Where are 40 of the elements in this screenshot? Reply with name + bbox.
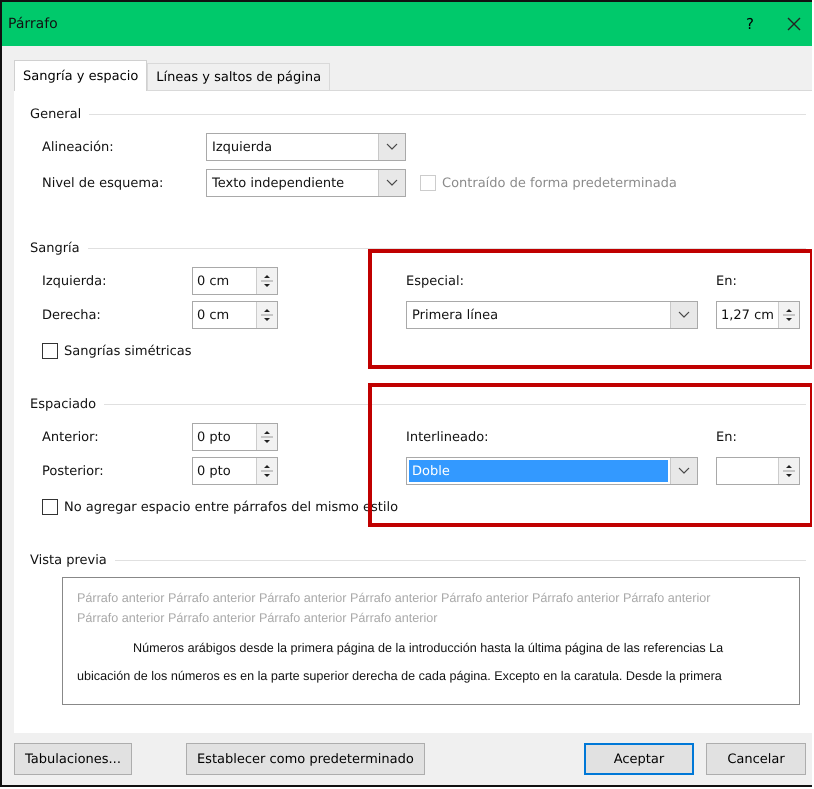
field-label: Izquierda: [42, 274, 108, 288]
window-title: Párrafo [8, 16, 58, 32]
preview-sample-line: Números arábigos desde la primera página de la introducción hasta la última página de las referencias La [132, 640, 724, 656]
field-label: Interlineado: [406, 430, 490, 444]
dropdown[interactable]: Texto independiente [206, 169, 406, 197]
field-label: Anterior: [42, 430, 100, 444]
chevron-icon [378, 170, 405, 196]
dialog-button[interactable]: Tabulaciones... [14, 743, 132, 775]
section-heading: Sangría [30, 240, 80, 256]
preview-text: Párrafo anterior Párrafo anterior Párrafo anterior Párrafo anterior Párrafo anterior Párrafo anterior Párrafo anterior Párrafo anterior Párrafo anterior Párrafo anterior Párrafo anterior [77, 590, 712, 627]
tab[interactable]: Líneas y saltos de página [147, 63, 330, 90]
preview-sample-line: ubicación de los números es en la parte superior derecha de cada página. Excepto en la caratula. Desde la primera [77, 668, 723, 684]
dialog-button[interactable]: Establecer como predeterminado [186, 743, 425, 775]
close-icon [786, 16, 802, 32]
field-label: Derecha: [42, 308, 102, 322]
chevron-icon [378, 134, 405, 160]
spinner-field[interactable]: 1,27 cm [716, 301, 800, 329]
section-heading: Espaciado [30, 396, 96, 412]
field-label: Alineación: [42, 140, 115, 154]
dialog-button[interactable]: Cancelar [706, 743, 806, 775]
chevron-icon [670, 458, 697, 484]
field-label: Especial: [406, 274, 465, 288]
chevron-icon [670, 302, 697, 328]
field-label: Posterior: [42, 464, 105, 478]
field-label: En: [716, 430, 738, 444]
section-heading: General [30, 106, 82, 122]
spinner-field[interactable]: 0 pto [192, 423, 278, 451]
dropdown[interactable]: Primera línea [406, 301, 698, 329]
tab[interactable]: Sangría y espacio [14, 60, 148, 91]
help-button[interactable]: ? [738, 15, 762, 33]
spinner-field[interactable]: 0 cm [192, 267, 278, 295]
dialog-button[interactable]: Aceptar [584, 743, 694, 775]
dropdown[interactable]: Izquierda [206, 133, 406, 161]
spinner-field[interactable] [716, 457, 800, 485]
section-heading: Vista previa [30, 552, 107, 568]
spinner-field[interactable]: 0 pto [192, 457, 278, 485]
checkbox[interactable]: Sangrías simétricas [42, 343, 798, 359]
field-label: Nivel de esquema: [42, 176, 164, 190]
spinner-field[interactable]: 0 cm [192, 301, 278, 329]
field-label: En: [716, 274, 738, 288]
